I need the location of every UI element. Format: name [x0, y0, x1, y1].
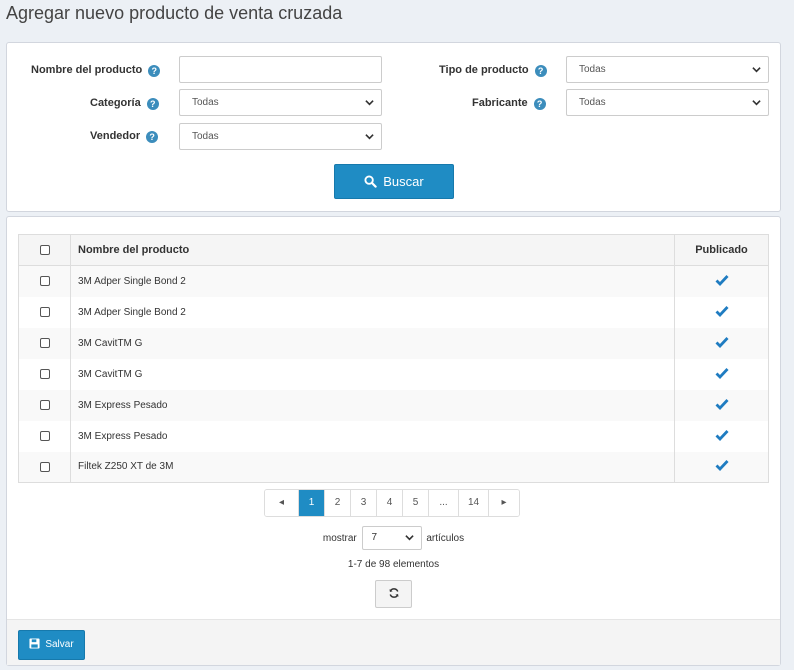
floppy-disk-icon	[29, 638, 40, 649]
chevron-down-icon	[365, 134, 374, 140]
column-header-name[interactable]: Nombre del producto	[70, 234, 675, 266]
pagination: ◂ 1 2 3 4 5 ... 14 ▸	[264, 489, 520, 517]
select-all-checkbox[interactable]	[39, 245, 50, 256]
save-button[interactable]: Salvar	[18, 630, 85, 660]
table-row[interactable]: 3M CavitTM G	[18, 358, 769, 390]
check-icon	[715, 367, 729, 379]
category-label: Categoría?	[90, 96, 159, 110]
row-checkbox[interactable]	[39, 276, 50, 287]
row-checkbox[interactable]	[39, 430, 50, 441]
page-size-row: mostrar 7 artículos	[7, 526, 780, 550]
published-cell	[674, 358, 769, 390]
published-cell	[674, 296, 769, 328]
search-icon	[364, 175, 377, 188]
check-icon	[715, 398, 729, 410]
published-cell	[674, 327, 769, 359]
pager-page-5[interactable]: 5	[403, 490, 429, 516]
table-row[interactable]: 3M Adper Single Bond 2	[18, 265, 769, 297]
check-icon	[715, 274, 729, 286]
vendor-select[interactable]: Todas	[179, 123, 382, 150]
page-title: Agregar nuevo producto de venta cruzada	[6, 3, 343, 23]
search-button[interactable]: Buscar	[334, 164, 454, 199]
help-icon[interactable]: ?	[148, 65, 161, 77]
help-icon[interactable]: ?	[146, 131, 159, 143]
pager-page-2[interactable]: 2	[325, 490, 351, 516]
row-select-cell	[18, 420, 71, 452]
row-select-cell	[18, 327, 71, 359]
help-icon[interactable]: ?	[534, 65, 547, 77]
chevron-down-icon	[752, 67, 761, 73]
help-icon[interactable]: ?	[146, 98, 159, 110]
chevron-down-icon	[365, 100, 374, 106]
product-name-cell: 3M Express Pesado	[70, 420, 675, 452]
published-cell	[674, 451, 769, 483]
chevron-down-icon	[752, 100, 761, 106]
row-checkbox[interactable]	[39, 399, 50, 410]
row-checkbox[interactable]	[39, 368, 50, 379]
check-icon	[715, 460, 729, 472]
results-summary: 1-7 de 98 elementos	[347, 559, 440, 570]
category-select[interactable]: Todas	[179, 89, 382, 116]
vendor-label: Vendedor?	[90, 129, 159, 143]
help-icon[interactable]: ?	[533, 98, 546, 110]
row-select-cell	[18, 358, 71, 390]
show-label: mostrar	[322, 532, 357, 544]
pager-page-1[interactable]: 1	[299, 490, 325, 516]
product-name-cell: 3M Express Pesado	[70, 389, 675, 421]
search-panel: Nombre del producto? Tipo de producto? T…	[6, 42, 781, 212]
products-grid-panel: Nombre del producto Publicado 3M Adper S…	[6, 216, 781, 666]
table-row[interactable]: 3M CavitTM G	[18, 327, 769, 359]
column-header-published[interactable]: Publicado	[674, 234, 769, 266]
select-all-cell	[18, 234, 71, 266]
pager-ellipsis[interactable]: ...	[429, 490, 459, 516]
row-checkbox[interactable]	[39, 337, 50, 348]
product-name-label: Nombre del producto?	[31, 63, 161, 77]
row-select-cell	[18, 296, 71, 328]
panel-footer: Salvar	[7, 619, 780, 665]
refresh-button[interactable]	[375, 580, 412, 608]
table-header-row: Nombre del producto Publicado	[18, 234, 769, 266]
page-size-select[interactable]: 7	[361, 526, 422, 550]
pager-page-4[interactable]: 4	[377, 490, 403, 516]
product-type-select[interactable]: Todas	[566, 56, 769, 83]
table-row[interactable]: 3M Express Pesado	[18, 389, 769, 421]
table-row[interactable]: 3M Adper Single Bond 2	[18, 296, 769, 328]
product-type-label: Tipo de producto?	[439, 63, 547, 77]
product-name-cell: 3M CavitTM G	[70, 327, 675, 359]
row-select-cell	[18, 389, 71, 421]
product-name-cell: Filtek Z250 XT de 3M	[70, 451, 675, 483]
items-label: artículos	[426, 532, 465, 544]
check-icon	[715, 429, 729, 441]
product-name-input[interactable]	[179, 56, 382, 83]
product-name-cell: 3M Adper Single Bond 2	[70, 296, 675, 328]
table-row[interactable]: Filtek Z250 XT de 3M	[18, 451, 769, 483]
check-icon	[715, 336, 729, 348]
product-name-cell: 3M CavitTM G	[70, 358, 675, 390]
row-select-cell	[18, 265, 71, 297]
refresh-icon	[389, 588, 398, 598]
row-checkbox[interactable]	[39, 306, 50, 317]
check-icon	[715, 305, 729, 317]
product-name-cell: 3M Adper Single Bond 2	[70, 265, 675, 297]
row-checkbox[interactable]	[39, 461, 50, 472]
manufacturer-select[interactable]: Todas	[566, 89, 769, 116]
published-cell	[674, 389, 769, 421]
pager-page-14[interactable]: 14	[459, 490, 489, 516]
manufacturer-label: Fabricante?	[472, 96, 546, 110]
row-select-cell	[18, 451, 71, 483]
pager-next-button[interactable]: ▸	[489, 490, 519, 516]
pager-prev-button[interactable]: ◂	[265, 490, 299, 516]
published-cell	[674, 265, 769, 297]
published-cell	[674, 420, 769, 452]
table-row[interactable]: 3M Express Pesado	[18, 420, 769, 452]
chevron-down-icon	[404, 535, 414, 541]
pager-page-3[interactable]: 3	[351, 490, 377, 516]
products-table: Nombre del producto Publicado 3M Adper S…	[18, 234, 769, 483]
